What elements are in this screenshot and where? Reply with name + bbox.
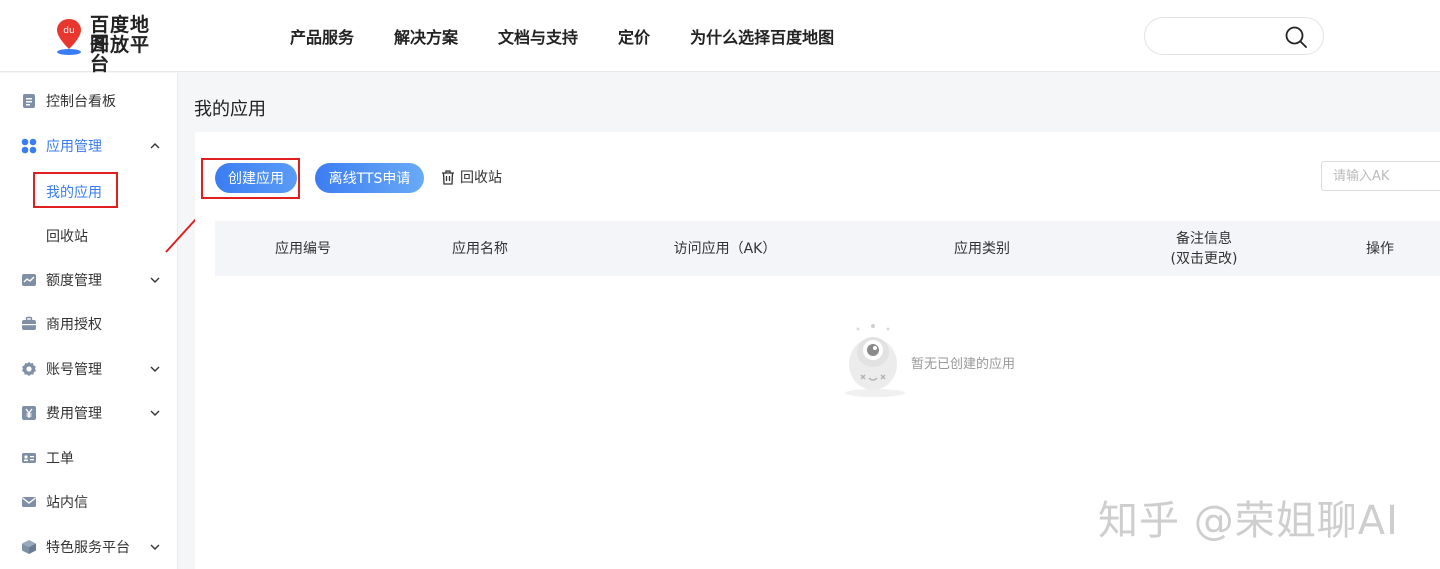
cube-icon — [22, 540, 36, 554]
id-card-icon — [22, 453, 36, 463]
column-app-name: 应用名称 — [452, 240, 508, 257]
grid-icon — [21, 138, 37, 154]
annotation-box-my-apps — [33, 172, 118, 208]
column-app-category: 应用类别 — [954, 240, 1010, 257]
sidebar-item-label: 特色服务平台 — [46, 540, 130, 556]
mail-icon — [22, 497, 36, 507]
trash-icon — [442, 169, 454, 185]
column-access-ak: 访问应用（AK） — [673, 240, 777, 257]
column-remarks-hint: (双击更改) — [1170, 250, 1238, 267]
sidebar-item-label: 工单 — [46, 451, 74, 467]
top-navbar: du 百度地图 开放平台 产品服务 解决方案 文档与支持 定价 为什么选择百度地… — [0, 0, 1440, 75]
logo-line-2: 开放平台 — [90, 34, 151, 75]
sidebar-item-label: 费用管理 — [46, 406, 102, 422]
watermark: 知乎 @荣姐聊AI — [1098, 498, 1399, 544]
sidebar-item-label: 账号管理 — [46, 362, 102, 378]
recycle-bin-label: 回收站 — [460, 170, 502, 186]
gear-icon — [22, 361, 36, 376]
nav-products[interactable]: 产品服务 — [290, 24, 354, 48]
sidebar-item-label: 站内信 — [46, 495, 88, 511]
sidebar-item-account-management[interactable]: 账号管理 — [0, 347, 178, 391]
annotation-box-create-app — [201, 158, 300, 199]
sidebar-item-app-management[interactable]: 应用管理 — [0, 124, 178, 168]
sidebar-item-label: 商用授权 — [46, 317, 102, 333]
sidebar-item-billing-management[interactable]: 费用管理 — [0, 391, 178, 435]
nav-solutions[interactable]: 解决方案 — [394, 24, 458, 48]
baidu-map-logo[interactable]: du 百度地图 开放平台 — [54, 14, 166, 75]
map-pin-logo-icon: du — [57, 19, 81, 55]
search-box[interactable] — [1144, 17, 1324, 55]
chart-icon — [22, 274, 36, 286]
briefcase-icon — [22, 316, 36, 330]
column-app-id: 应用编号 — [275, 240, 331, 257]
search-icon[interactable] — [1285, 26, 1307, 48]
document-icon — [23, 94, 35, 108]
sidebar-item-commercial-license[interactable]: 商用授权 — [0, 302, 178, 346]
empty-mascot-icon — [845, 324, 905, 397]
sidebar-item-label: 控制台看板 — [46, 94, 116, 110]
column-remarks: 备注信息 (双击更改) — [1144, 221, 1264, 276]
ak-search-input[interactable] — [1321, 161, 1440, 191]
logo-badge: du — [63, 26, 74, 36]
table-header: 应用编号 应用名称 访问应用（AK） 应用类别 备注信息 (双击更改) 操作 — [215, 221, 1440, 276]
chevron-down-icon[interactable] — [150, 408, 160, 418]
nav-pricing[interactable]: 定价 — [618, 24, 650, 48]
sidebar: 控制台看板 应用管理 我的应用 回收站 额度管理 商用授权 账号管理 费用管理 … — [0, 73, 178, 569]
sidebar-subitem-recycle-bin[interactable]: 回收站 — [46, 226, 88, 246]
column-actions: 操作 — [1366, 240, 1394, 257]
sidebar-item-quota-management[interactable]: 额度管理 — [0, 258, 178, 302]
sidebar-item-featured-services[interactable]: 特色服务平台 — [0, 525, 178, 569]
chevron-down-icon[interactable] — [150, 542, 160, 552]
sidebar-item-label: 应用管理 — [46, 139, 102, 155]
logo-line-1: 百度地图 — [90, 14, 151, 55]
sidebar-item-dashboard[interactable]: 控制台看板 — [0, 79, 178, 123]
offline-tts-apply-button[interactable]: 离线TTS申请 — [315, 163, 424, 193]
chevron-down-icon[interactable] — [150, 364, 160, 374]
sidebar-item-inbox[interactable]: 站内信 — [0, 480, 178, 524]
page-title: 我的应用 — [194, 99, 266, 120]
yen-icon — [22, 406, 36, 420]
empty-state-text: 暂无已创建的应用 — [911, 357, 1016, 372]
nav-why-baidu-map[interactable]: 为什么选择百度地图 — [690, 24, 834, 48]
sidebar-item-work-order[interactable]: 工单 — [0, 436, 178, 480]
chevron-down-icon[interactable] — [150, 275, 160, 285]
recycle-bin-button[interactable]: 回收站 — [441, 167, 502, 187]
nav-docs-support[interactable]: 文档与支持 — [498, 24, 578, 48]
main-nav: 产品服务 解决方案 文档与支持 定价 为什么选择百度地图 — [290, 24, 874, 48]
chevron-up-icon[interactable] — [150, 141, 160, 151]
sidebar-item-label: 额度管理 — [46, 273, 102, 289]
column-remarks-label: 备注信息 — [1176, 230, 1232, 247]
